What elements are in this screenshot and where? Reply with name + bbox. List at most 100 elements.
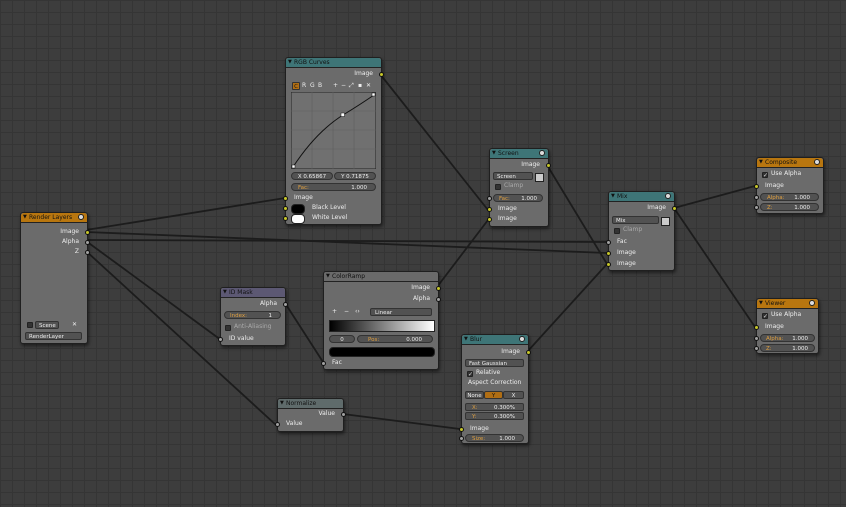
collapse-triangle-icon[interactable]: ▼	[492, 149, 496, 158]
x-field[interactable]: X: 0.300%	[465, 403, 524, 411]
y-value-field[interactable]: Y 0.71875	[334, 172, 376, 180]
input-socket-black-level[interactable]	[283, 206, 288, 211]
clamp-checkbox[interactable]	[614, 228, 620, 234]
relative-checkbox[interactable]: ✓	[467, 371, 473, 378]
mix-node[interactable]: ▼ Mix Image Mix Clamp Fac Image Image	[606, 191, 677, 271]
stop-index-field[interactable]: 0	[329, 335, 355, 343]
color-ramp-bar[interactable]	[329, 320, 435, 332]
interpolation-select[interactable]: Linear	[370, 308, 432, 316]
preview-icon[interactable]	[809, 300, 815, 306]
node-editor-canvas[interactable]	[0, 0, 846, 507]
screen-node[interactable]: ▼ Screen Image Screen Clamp Fac: 1.000 I…	[487, 148, 551, 227]
input-socket-image-2[interactable]	[606, 262, 611, 267]
size-field[interactable]: Size: 1.000	[465, 434, 524, 442]
tab-r[interactable]: R	[302, 82, 306, 90]
alpha-field[interactable]: Alpha: 1.000	[760, 334, 815, 342]
blend-mode-select[interactable]: Screen	[493, 172, 533, 180]
blend-mode-select[interactable]: Mix	[612, 216, 659, 224]
input-socket-fac[interactable]	[606, 240, 611, 245]
id-mask-header[interactable]: ▼ ID Mask	[221, 288, 285, 298]
z-field[interactable]: Z: 1.000	[760, 344, 815, 352]
render-layer-field[interactable]: RenderLayer	[25, 332, 82, 340]
input-socket-fac[interactable]	[321, 361, 326, 366]
clip-icon[interactable]: ▪	[358, 82, 362, 90]
output-socket-image[interactable]	[379, 72, 384, 77]
collapse-triangle-icon[interactable]: ▼	[759, 299, 763, 308]
remove-stop-icon[interactable]: −	[344, 308, 349, 316]
collapse-triangle-icon[interactable]: ▼	[23, 213, 27, 222]
input-socket-z[interactable]	[754, 346, 759, 351]
collapse-triangle-icon[interactable]: ▼	[280, 399, 284, 408]
scene-field[interactable]: Scene	[35, 321, 59, 329]
composite-header[interactable]: ▼ Composite	[757, 158, 823, 168]
input-socket-image-1[interactable]	[606, 251, 611, 256]
zoom-out-icon[interactable]: −	[341, 82, 346, 90]
filter-type-select[interactable]: Fast Gaussian	[465, 359, 524, 367]
composite-node[interactable]: ▼ Composite ✓ Use Alpha Image Alpha: 1.0…	[754, 157, 824, 214]
preview-icon[interactable]	[814, 159, 820, 165]
input-socket-image[interactable]	[754, 184, 759, 189]
output-socket-value[interactable]	[341, 412, 346, 417]
input-socket-id-value[interactable]	[218, 337, 223, 342]
id-mask-node[interactable]: ▼ ID Mask Alpha Index: 1 Anti-Aliasing I…	[218, 287, 288, 346]
input-socket-image-1[interactable]	[487, 207, 492, 212]
rgb-curves-node[interactable]: ▼ RGB Curves Image C R G B + − ⤢ ▪ ✕ X 0…	[283, 57, 384, 225]
blur-header[interactable]: ▼ Blur	[462, 335, 528, 345]
black-level-swatch[interactable]	[291, 204, 305, 214]
fac-field[interactable]: Fac: 1.000	[493, 194, 543, 202]
input-socket-size[interactable]	[459, 436, 464, 441]
white-level-swatch[interactable]	[291, 214, 305, 224]
tools-icon[interactable]: ⤢	[349, 82, 354, 90]
use-alpha-checkbox[interactable]: ✓	[762, 313, 768, 320]
collapse-triangle-icon[interactable]: ▼	[759, 158, 763, 167]
index-field[interactable]: Index: 1	[224, 311, 281, 319]
output-socket-image[interactable]	[672, 206, 677, 211]
input-socket-image-2[interactable]	[487, 217, 492, 222]
input-socket-image[interactable]	[283, 196, 288, 201]
tab-b[interactable]: B	[318, 82, 322, 90]
fac-field[interactable]: Fac: 1.000	[291, 183, 376, 191]
aspect-none-button[interactable]: None	[465, 391, 484, 399]
alpha-toggle-icon[interactable]	[661, 217, 670, 226]
clamp-checkbox[interactable]	[495, 184, 501, 190]
input-socket-white-level[interactable]	[283, 216, 288, 221]
output-socket-alpha[interactable]	[436, 297, 441, 302]
input-socket-fac[interactable]	[487, 196, 492, 201]
output-socket-z[interactable]	[85, 250, 90, 255]
stop-color-swatch[interactable]	[329, 347, 435, 357]
close-icon[interactable]: ✕	[72, 321, 77, 329]
normalize-header[interactable]: ▼ Normalize	[278, 399, 343, 409]
input-socket-alpha[interactable]	[754, 336, 759, 341]
output-socket-alpha[interactable]	[283, 302, 288, 307]
output-socket-alpha[interactable]	[85, 240, 90, 245]
rgb-curves-header[interactable]: ▼ RGB Curves	[286, 58, 381, 68]
input-socket-image[interactable]	[754, 325, 759, 330]
anti-aliasing-checkbox[interactable]	[225, 325, 231, 331]
collapse-triangle-icon[interactable]: ▼	[223, 288, 227, 297]
alpha-toggle-icon[interactable]	[535, 173, 544, 182]
z-field[interactable]: Z: 1.000	[760, 203, 819, 211]
tab-c[interactable]: C	[292, 82, 300, 90]
pos-field[interactable]: Pos: 0.000	[357, 335, 433, 343]
x-value-field[interactable]: X 0.65867	[291, 172, 333, 180]
tab-g[interactable]: G	[310, 82, 315, 90]
blur-node[interactable]: ▼ Blur Image Fast Gaussian ✓ Relative As…	[459, 334, 531, 444]
screen-header[interactable]: ▼ Screen	[490, 149, 548, 159]
render-layers-header[interactable]: ▼ Render Layers	[21, 213, 87, 223]
flip-icon[interactable]: ‹›	[355, 308, 360, 316]
color-ramp-node[interactable]: ▼ ColorRamp Image Alpha + − ‹› Linear 0 …	[321, 271, 441, 370]
camera-icon[interactable]	[78, 214, 84, 220]
viewer-node[interactable]: ▼ Viewer ✓ Use Alpha Image Alpha: 1.000 …	[754, 298, 819, 354]
color-ramp-header[interactable]: ▼ ColorRamp	[324, 272, 438, 282]
alpha-field[interactable]: Alpha: 1.000	[760, 193, 819, 201]
input-socket-alpha[interactable]	[754, 195, 759, 200]
input-socket-image[interactable]	[459, 427, 464, 432]
input-socket-z[interactable]	[754, 205, 759, 210]
collapse-triangle-icon[interactable]: ▼	[326, 272, 330, 281]
reset-icon[interactable]: ✕	[366, 82, 371, 90]
output-socket-image[interactable]	[85, 230, 90, 235]
add-stop-icon[interactable]: +	[332, 308, 337, 316]
preview-icon[interactable]	[519, 336, 525, 342]
viewer-header[interactable]: ▼ Viewer	[757, 299, 818, 309]
curve-graph[interactable]	[291, 92, 376, 169]
